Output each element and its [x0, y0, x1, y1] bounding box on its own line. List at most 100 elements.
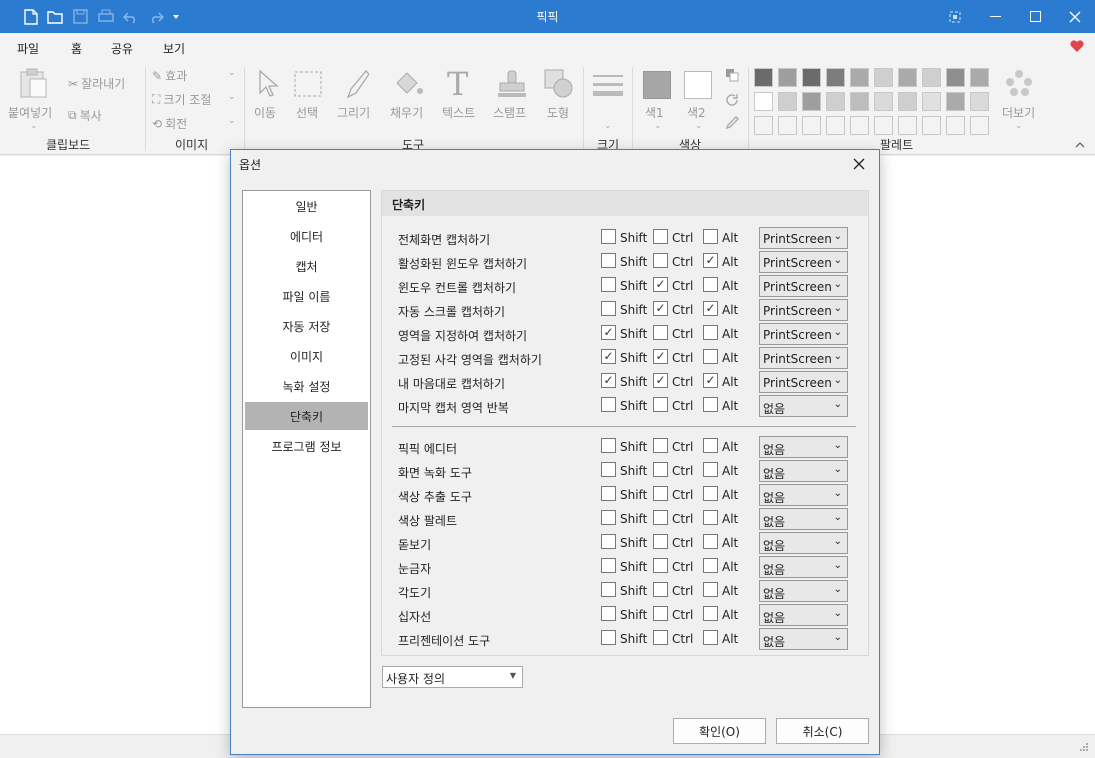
palette-swatch[interactable] [898, 92, 917, 111]
ctrl-checkbox[interactable] [653, 253, 668, 268]
palette-swatch[interactable] [970, 116, 989, 135]
shape-tool[interactable]: 도형 [547, 104, 569, 121]
shift-checkbox[interactable] [601, 301, 616, 316]
shift-checkbox[interactable] [601, 397, 616, 412]
shift-checkbox[interactable] [601, 534, 616, 549]
key-select[interactable]: 없음 ⌄ [759, 508, 848, 530]
alt-checkbox[interactable]: ✓ [703, 373, 718, 388]
palette-swatch[interactable] [802, 116, 821, 135]
palette-swatch[interactable] [850, 68, 869, 87]
palette-swatch[interactable] [874, 116, 893, 135]
shift-checkbox[interactable] [601, 486, 616, 501]
palette-swatch[interactable] [754, 116, 773, 135]
key-select[interactable]: 없음 ⌄ [759, 628, 848, 650]
color-swap-icon[interactable] [725, 68, 739, 85]
cancel-button[interactable]: 취소(C) [776, 718, 869, 744]
nav-item[interactable]: 녹화 설정 [245, 372, 368, 400]
palette-swatch[interactable] [922, 92, 941, 111]
shift-checkbox[interactable] [601, 277, 616, 292]
ctrl-checkbox[interactable] [653, 606, 668, 621]
paste-button[interactable]: 붙여넣기 [8, 104, 52, 121]
palette-swatch[interactable] [922, 68, 941, 87]
color2-swatch[interactable] [684, 71, 712, 99]
color1-swatch[interactable] [643, 71, 671, 99]
shift-checkbox[interactable]: ✓ [601, 349, 616, 364]
ctrl-checkbox[interactable] [653, 630, 668, 645]
palette-swatch[interactable] [802, 68, 821, 87]
palette-swatch[interactable] [802, 92, 821, 111]
ctrl-checkbox[interactable] [653, 462, 668, 477]
key-select[interactable]: PrintScreen ⌄ [759, 251, 848, 273]
shift-checkbox[interactable] [601, 582, 616, 597]
ctrl-checkbox[interactable] [653, 558, 668, 573]
palette-swatch[interactable] [898, 116, 917, 135]
ctrl-checkbox[interactable] [653, 325, 668, 340]
shift-checkbox[interactable] [601, 510, 616, 525]
ctrl-checkbox[interactable]: ✓ [653, 373, 668, 388]
alt-checkbox[interactable] [703, 582, 718, 597]
palette-swatch[interactable] [826, 68, 845, 87]
key-select[interactable]: PrintScreen ⌄ [759, 275, 848, 297]
ctrl-checkbox[interactable]: ✓ [653, 301, 668, 316]
alt-checkbox[interactable] [703, 325, 718, 340]
key-select[interactable]: PrintScreen ⌄ [759, 323, 848, 345]
ctrl-checkbox[interactable] [653, 438, 668, 453]
palette-swatch[interactable] [970, 68, 989, 87]
draw-tool[interactable]: 그리기 [337, 104, 370, 121]
alt-checkbox[interactable]: ✓ [703, 253, 718, 268]
menu-view[interactable]: 보기 [163, 40, 185, 57]
shift-checkbox[interactable] [601, 462, 616, 477]
palette-swatch[interactable] [754, 92, 773, 111]
shift-checkbox[interactable] [601, 253, 616, 268]
palette-swatch[interactable] [922, 116, 941, 135]
collapse-ribbon-icon[interactable] [1075, 137, 1085, 151]
palette-swatch[interactable] [898, 68, 917, 87]
alt-checkbox[interactable] [703, 534, 718, 549]
refresh-icon[interactable] [724, 92, 740, 111]
cut-button[interactable]: ✂ 잘라내기 [68, 75, 125, 92]
nav-item[interactable]: 에디터 [245, 222, 368, 250]
palette-swatch[interactable] [874, 92, 893, 111]
fill-tool[interactable]: 채우기 [390, 104, 423, 121]
close-button[interactable] [1055, 0, 1095, 33]
resize-grip-icon[interactable] [1079, 741, 1089, 755]
key-select[interactable]: 없음 ⌄ [759, 532, 848, 554]
key-select[interactable]: 없음 ⌄ [759, 604, 848, 626]
palette-swatch[interactable] [946, 68, 965, 87]
screen-capture-icon[interactable] [935, 0, 975, 33]
alt-checkbox[interactable] [703, 438, 718, 453]
key-select[interactable]: 없음 ⌄ [759, 484, 848, 506]
heart-icon[interactable] [1069, 39, 1085, 56]
nav-item[interactable]: 이미지 [245, 342, 368, 370]
alt-checkbox[interactable] [703, 349, 718, 364]
ctrl-checkbox[interactable] [653, 229, 668, 244]
menu-file[interactable]: 파일 [17, 40, 39, 57]
nav-item[interactable]: 캡처 [245, 252, 368, 280]
shift-checkbox[interactable] [601, 438, 616, 453]
select-tool[interactable]: 선택 [296, 104, 318, 121]
nav-item[interactable]: 파일 이름 [245, 282, 368, 310]
eyedropper-icon[interactable] [724, 115, 740, 134]
key-select[interactable]: PrintScreen ⌄ [759, 299, 848, 321]
ctrl-checkbox[interactable]: ✓ [653, 277, 668, 292]
ok-button[interactable]: 확인(O) [673, 718, 766, 744]
minimize-button[interactable] [975, 0, 1015, 33]
palette-swatch[interactable] [970, 92, 989, 111]
ctrl-checkbox[interactable] [653, 510, 668, 525]
key-select[interactable]: PrintScreen ⌄ [759, 227, 848, 249]
shift-checkbox[interactable] [601, 630, 616, 645]
line-width-icon[interactable] [593, 73, 623, 100]
nav-item[interactable]: 일반 [245, 192, 368, 220]
key-select[interactable]: PrintScreen ⌄ [759, 347, 848, 369]
palette-swatch[interactable] [778, 68, 797, 87]
menu-share[interactable]: 공유 [111, 40, 133, 57]
alt-checkbox[interactable] [703, 462, 718, 477]
alt-checkbox[interactable] [703, 558, 718, 573]
alt-checkbox[interactable] [703, 630, 718, 645]
text-tool[interactable]: 텍스트 [442, 104, 475, 121]
alt-checkbox[interactable] [703, 229, 718, 244]
resize-button[interactable]: ⛶ 크기 조절 [152, 91, 211, 108]
move-tool[interactable]: 이동 [254, 104, 276, 121]
palette-swatch[interactable] [826, 116, 845, 135]
shift-checkbox[interactable] [601, 606, 616, 621]
